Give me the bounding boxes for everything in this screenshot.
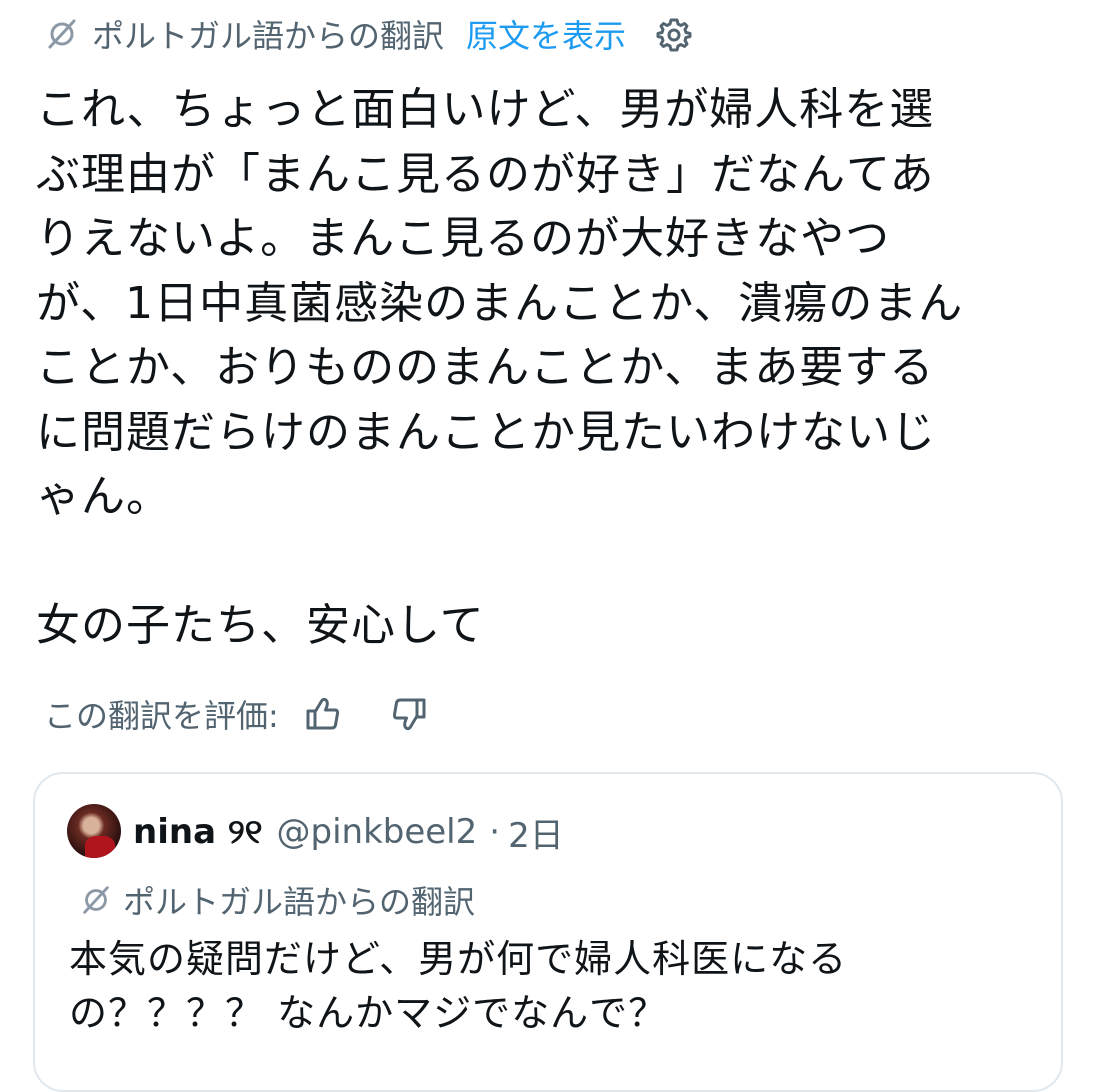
translation-label: ポルトガル語からの翻訳 bbox=[92, 17, 445, 55]
quoted-author-name[interactable]: nina ୨୧ bbox=[133, 812, 263, 852]
thumbs-down-icon[interactable] bbox=[389, 694, 429, 734]
translation-bar: ポルトガル語からの翻訳 原文を表示 bbox=[44, 12, 692, 56]
quoted-text-line: 本気の疑問だけど、男が何で婦人科医になる bbox=[69, 937, 848, 981]
quoted-author-handle[interactable]: @pinkbeel2 bbox=[277, 812, 478, 852]
thumbs-up-icon[interactable] bbox=[303, 694, 343, 734]
quoted-text-line: の？？？？ なんかマジでなんで？ bbox=[69, 991, 668, 1035]
quoted-translation-bar: ポルトガル語からの翻訳 bbox=[79, 878, 475, 922]
translate-icon bbox=[48, 19, 76, 49]
quoted-tweet-card[interactable]: nina ୨୧ @pinkbeel2 · 2日 ポルトガル語からの翻訳 本気の疑… bbox=[33, 772, 1063, 1092]
tweet-text-line: に問題だらけのまんことか見たいわけないじ bbox=[36, 406, 936, 458]
rate-translation-label: この翻訳を評価: bbox=[44, 697, 279, 735]
rate-translation-bar: この翻訳を評価: bbox=[44, 688, 429, 740]
quoted-translation-label: ポルトガル語からの翻訳 bbox=[123, 883, 476, 921]
gear-icon[interactable] bbox=[656, 16, 692, 52]
tweet-text-line: これ、ちょっと面白いけど、男が婦人科を選 bbox=[36, 84, 935, 135]
tweet-text-line: りえないよ。まんこ見るのが大好きなやつ bbox=[36, 213, 891, 264]
tweet-text-line: ことか、おりもののまんことか、まあ要する bbox=[36, 342, 935, 393]
quoted-tweet-timestamp[interactable]: 2日 bbox=[508, 808, 564, 857]
translate-icon bbox=[83, 886, 109, 914]
tweet-text-line: ゃん。 bbox=[36, 471, 171, 522]
tweet-text-line: が、1日中真菌感染のまんことか、潰瘍のまん bbox=[36, 277, 964, 329]
quoted-tweet-text: 本気の疑問だけど、男が何で婦人科医になる の？？？？ なんかマジでなんで？ bbox=[69, 932, 1049, 1040]
tweet-text-line: 女の子たち、安心して bbox=[36, 600, 485, 651]
show-original-link[interactable]: 原文を表示 bbox=[466, 11, 626, 57]
separator-dot: · bbox=[489, 812, 501, 852]
tweet-text-line: ぶ理由が「まんこ見るのが好き」だなんてあ bbox=[36, 148, 935, 200]
tweet-text: これ、ちょっと面白いけど、男が婦人科を選 ぶ理由が「まんこ見るのが好き」だなんて… bbox=[36, 78, 1066, 659]
avatar[interactable] bbox=[67, 804, 121, 858]
quoted-tweet-header: nina ୨୧ @pinkbeel2 · 2日 bbox=[133, 808, 564, 856]
